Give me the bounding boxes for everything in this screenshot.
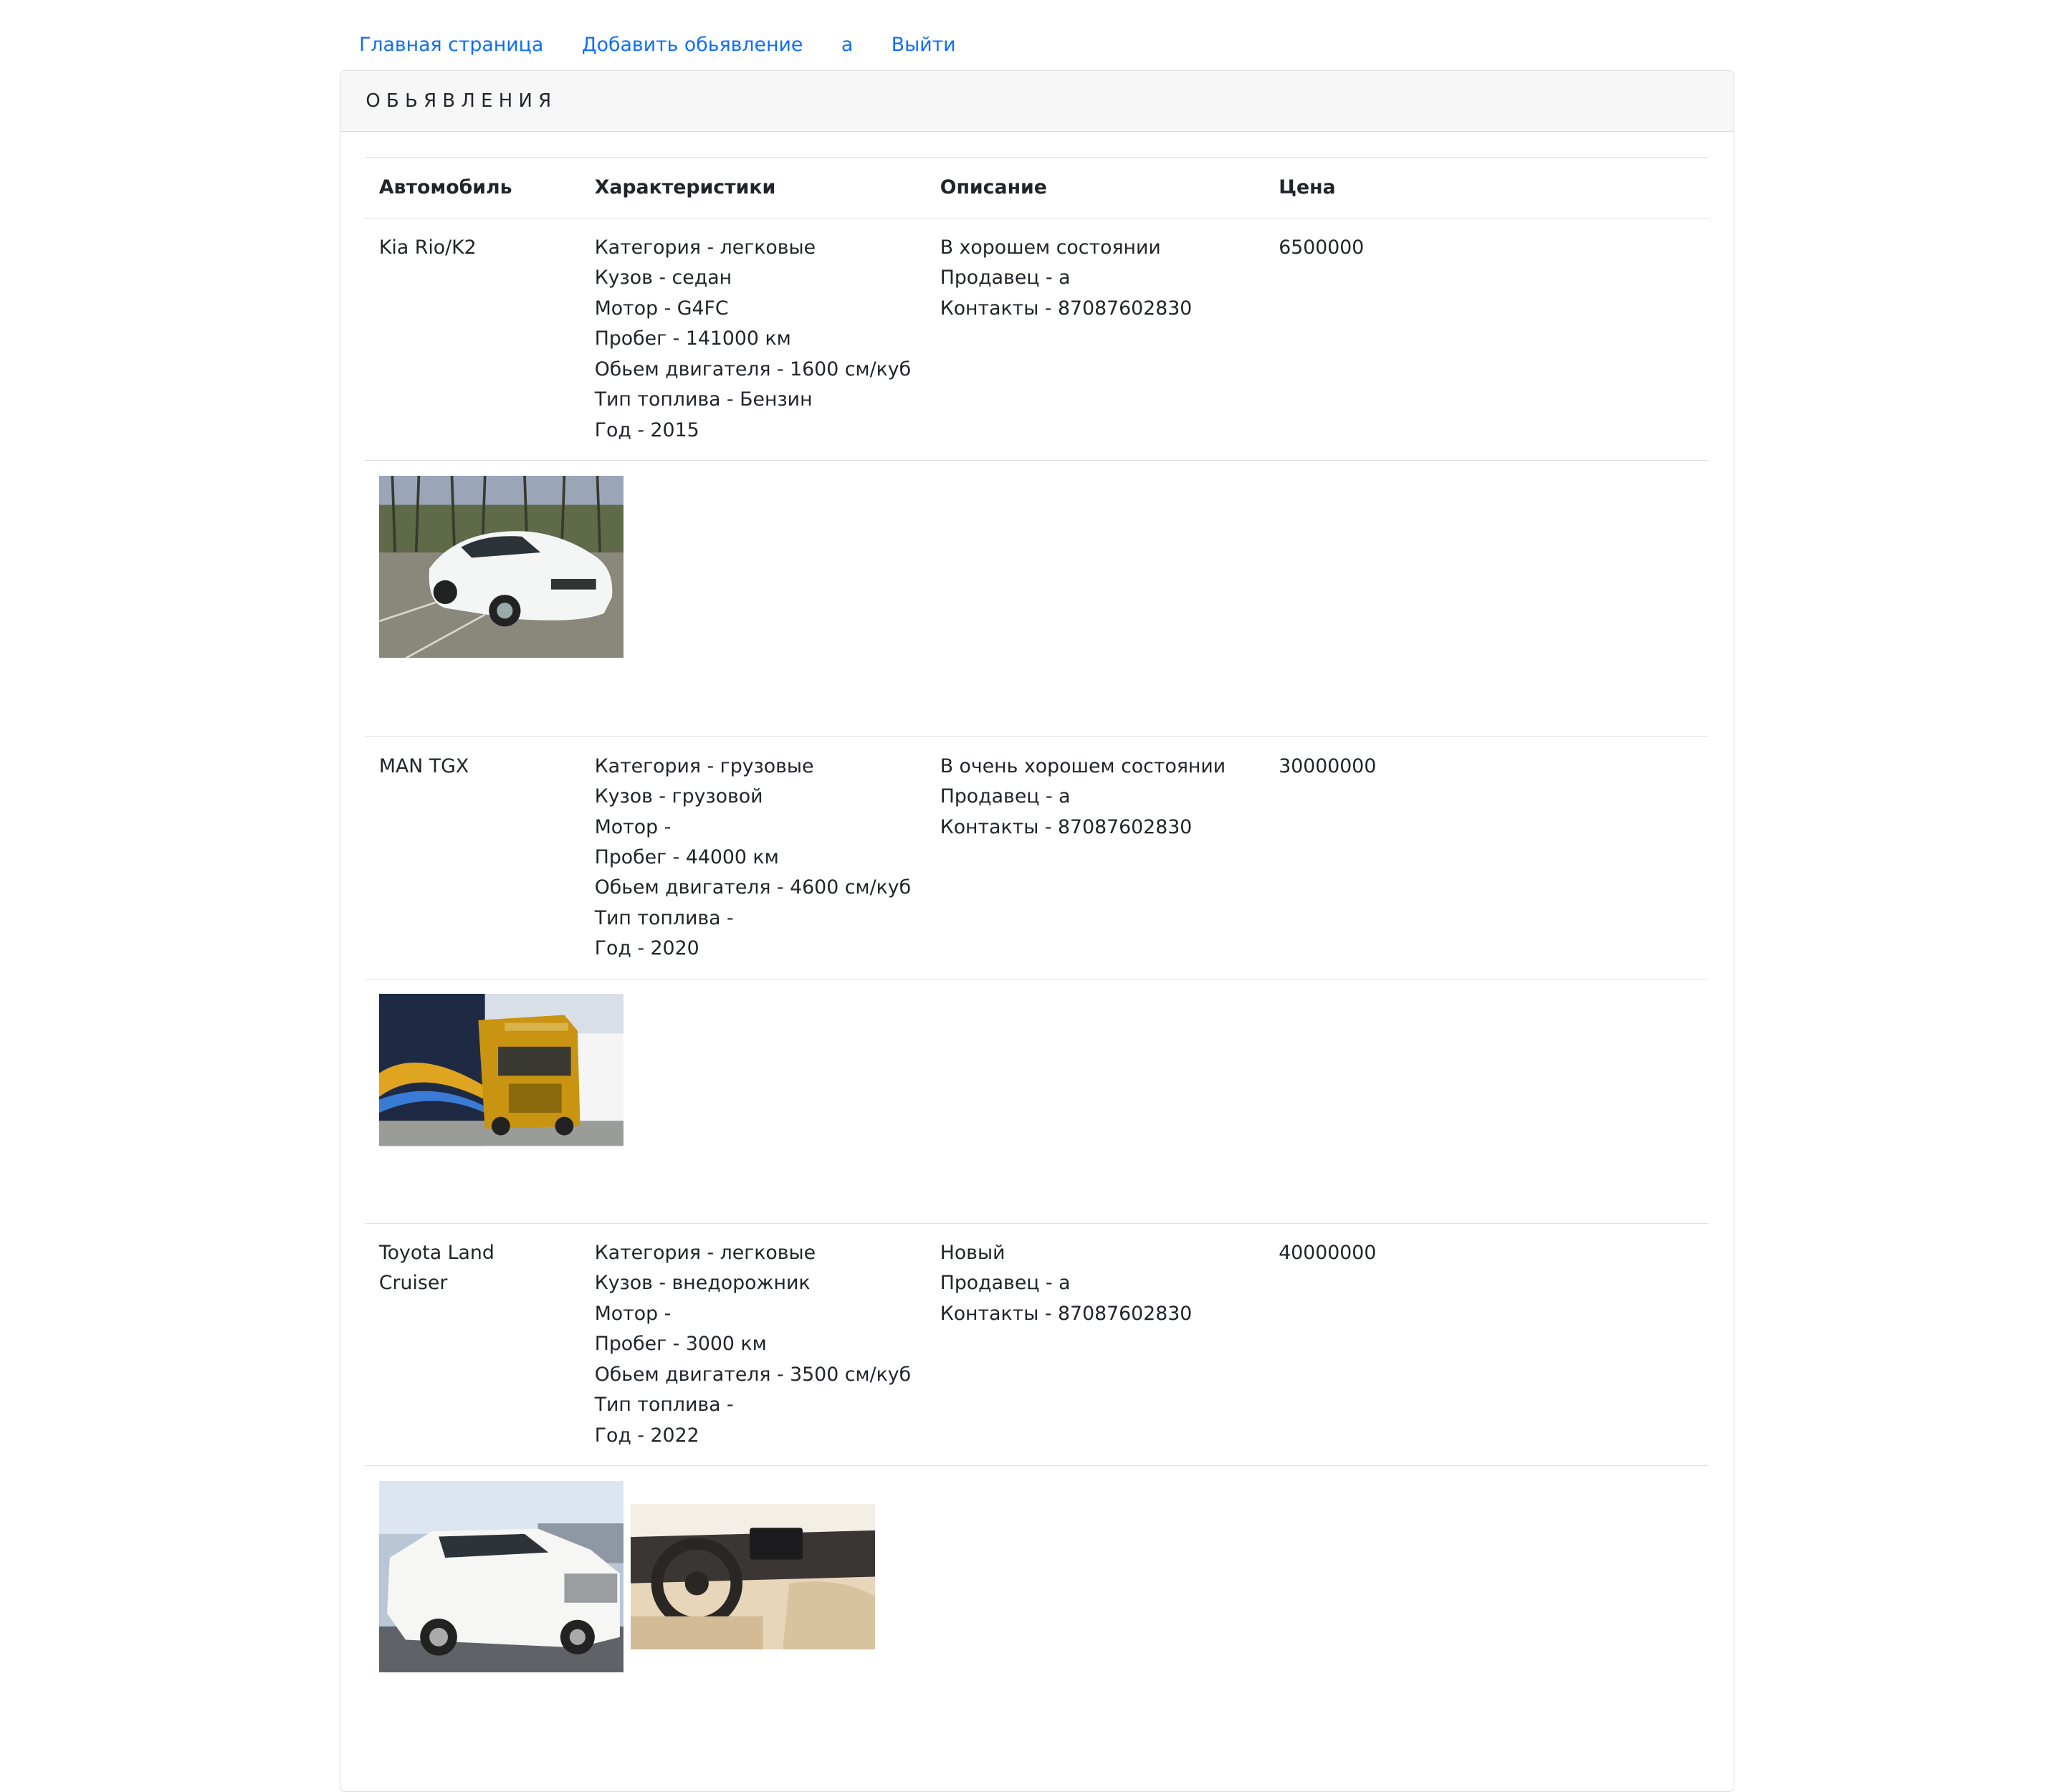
nav-add-listing-link[interactable]: Добавить обьявление: [563, 34, 822, 56]
nav-logout-link[interactable]: Выйти: [872, 34, 975, 56]
spec-line: Год - 2015: [594, 418, 699, 441]
spec-line: Пробег - 3000 км: [594, 1333, 767, 1356]
page: Главная страница Добавить обьявление а В…: [0, 0, 2063, 1792]
spec-line: Тип топлива -: [594, 906, 734, 929]
spec-line: Тип топлива -: [594, 1394, 734, 1417]
table-row: Kia Rio/K2 Категория - легковые Кузов - …: [364, 218, 1709, 461]
spec-line: Кузов - седан: [594, 267, 732, 289]
spec-line: Категория - легковые: [594, 1241, 816, 1264]
photo-row: [365, 1466, 1709, 1745]
desc-line: В хорошем состоянии: [940, 236, 1161, 259]
desc-line: Контакты - 87087602830: [940, 815, 1193, 838]
spec-line: Обьем двигателя - 3500 см/куб: [594, 1363, 912, 1386]
photo-gallery: [378, 1480, 1694, 1673]
desc-line: Новый: [940, 1241, 1005, 1264]
top-nav: Главная страница Добавить обьявление а В…: [340, 27, 975, 64]
card-header: ОБЬЯВЛЕНИЯ: [340, 70, 1734, 132]
car-description: Новый Продавец - а Контакты - 8708760283…: [925, 1223, 1264, 1467]
white-suv-photo[interactable]: [378, 1480, 624, 1673]
header-specs: Характеристики: [580, 156, 926, 219]
desc-line: Продавец - а: [940, 1272, 1071, 1295]
spec-line: Категория - легковые: [594, 236, 816, 259]
listings-table: Автомобиль Характеристики Описание Цена …: [364, 156, 1709, 1745]
header-description: Описание: [925, 156, 1264, 219]
spec-line: Год - 2020: [594, 937, 699, 960]
spec-line: Обьем двигателя - 1600 см/куб: [594, 358, 912, 380]
spec-line: Кузов - внедорожник: [594, 1272, 811, 1295]
desc-line: В очень хорошем состоянии: [940, 754, 1226, 777]
table-row: Toyota Land Cruiser Категория - легковые…: [364, 1223, 1709, 1467]
photo-row: [364, 460, 1709, 737]
spec-line: Обьем двигателя - 4600 см/куб: [594, 876, 912, 899]
table-row: MAN TGX Категория - грузовые Кузов - гру…: [364, 736, 1709, 980]
car-name: MAN TGX: [364, 736, 580, 980]
car-price: 40000000: [1263, 1223, 1709, 1467]
spec-line: Мотор - G4FC: [594, 297, 729, 320]
nav-user-link[interactable]: а: [822, 34, 872, 56]
car-price: 30000000: [1263, 736, 1709, 980]
spec-line: Тип топлива - Бензин: [594, 388, 813, 411]
desc-line: Контакты - 87087602830: [940, 1302, 1193, 1325]
car-description: В очень хорошем состоянии Продавец - а К…: [925, 736, 1264, 980]
suv-interior-photo[interactable]: [630, 1504, 875, 1650]
photo-gallery: [378, 994, 1694, 1146]
card-title: ОБЬЯВЛЕНИЯ: [366, 90, 558, 112]
car-name: Kia Rio/K2: [364, 218, 580, 461]
yellow-truck-photo[interactable]: [378, 994, 624, 1146]
spec-line: Пробег - 44000 км: [594, 845, 779, 868]
car-specs: Категория - легковые Кузов - внедорожник…: [580, 1223, 926, 1467]
desc-line: Продавец - а: [940, 267, 1071, 289]
photo-gallery: [378, 475, 1694, 658]
nav-home-link[interactable]: Главная страница: [340, 34, 563, 56]
white-sedan-photo[interactable]: [378, 475, 624, 658]
photo-row: [364, 979, 1709, 1224]
header-price: Цена: [1263, 156, 1709, 219]
car-specs: Категория - грузовые Кузов - грузовой Мо…: [580, 736, 926, 980]
car-description: В хорошем состоянии Продавец - а Контакт…: [925, 218, 1264, 461]
spec-line: Мотор -: [594, 1302, 672, 1325]
desc-line: Контакты - 87087602830: [940, 297, 1193, 320]
table-header-row: Автомобиль Характеристики Описание Цена: [364, 156, 1709, 219]
car-specs: Категория - легковые Кузов - седан Мотор…: [580, 218, 926, 461]
desc-line: Продавец - а: [940, 785, 1071, 808]
car-name: Toyota Land Cruiser: [364, 1223, 580, 1467]
header-car: Автомобиль: [364, 156, 580, 219]
spec-line: Мотор -: [594, 815, 672, 838]
spec-line: Кузов - грузовой: [594, 785, 763, 808]
spec-line: Пробег - 141000 км: [594, 327, 791, 350]
car-price: 6500000: [1263, 218, 1709, 461]
listings-card: ОБЬЯВЛЕНИЯ Автомобиль Характеристики Опи…: [340, 70, 1734, 1792]
spec-line: Год - 2022: [594, 1424, 699, 1447]
spec-line: Категория - грузовые: [594, 754, 814, 777]
